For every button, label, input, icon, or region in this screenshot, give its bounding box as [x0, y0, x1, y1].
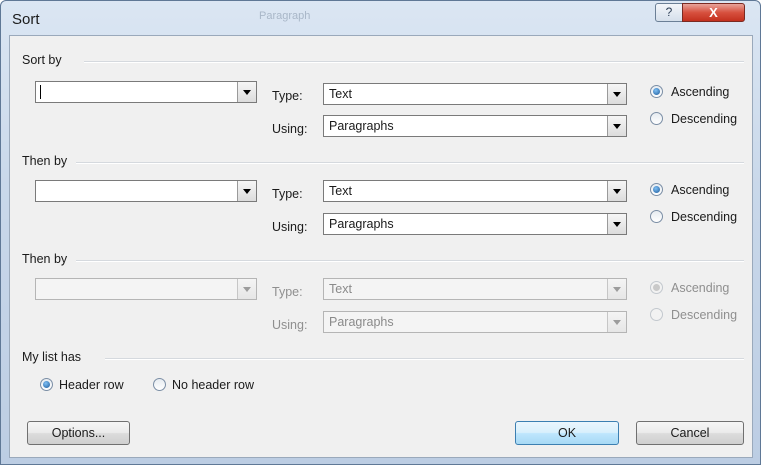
then-by-ascending-radio[interactable] — [650, 183, 663, 196]
ascending-label[interactable]: Ascending — [671, 183, 729, 197]
then-by-2-type-select[interactable]: Text — [323, 278, 627, 300]
divider — [76, 162, 744, 164]
header-row-radio[interactable] — [40, 378, 53, 391]
then-by-2-label: Then by — [22, 252, 68, 266]
help-icon: ? — [665, 5, 673, 19]
no-header-row-label[interactable]: No header row — [172, 378, 254, 392]
then-by-2-descending-radio[interactable] — [650, 308, 663, 321]
help-button[interactable]: ? — [655, 3, 683, 22]
sort-by-type-select[interactable]: Text — [323, 83, 627, 105]
title-bar[interactable]: Sort Paragraph ? X — [1, 1, 760, 35]
ascending-label[interactable]: Ascending — [671, 85, 729, 99]
dialog-title: Sort — [12, 11, 40, 28]
descending-label[interactable]: Descending — [671, 210, 737, 224]
ascending-label[interactable]: Ascending — [671, 281, 729, 295]
using-value: Paragraphs — [329, 315, 394, 329]
divider — [105, 358, 744, 360]
type-label: Type: — [272, 89, 303, 103]
type-value: Text — [329, 184, 352, 198]
sort-dialog: Sort Paragraph ? X Sort by Type: Text Us… — [0, 0, 761, 465]
then-by-2-using-select[interactable]: Paragraphs — [323, 311, 627, 333]
sort-by-field-select[interactable] — [35, 81, 257, 103]
sort-by-using-select[interactable]: Paragraphs — [323, 115, 627, 137]
chevron-down-icon[interactable] — [237, 82, 256, 102]
divider — [76, 260, 744, 262]
no-header-row-radio[interactable] — [153, 378, 166, 391]
chevron-down-icon[interactable] — [607, 84, 626, 104]
my-list-has-label: My list has — [22, 350, 82, 364]
chevron-down-icon[interactable] — [237, 181, 256, 201]
chevron-down-icon[interactable] — [607, 312, 626, 332]
using-label: Using: — [272, 122, 308, 136]
sort-by-label: Sort by — [22, 53, 62, 67]
then-by-field-select[interactable] — [35, 180, 257, 202]
close-button[interactable]: X — [682, 3, 745, 22]
options-button[interactable]: Options... — [27, 421, 130, 445]
using-value: Paragraphs — [329, 119, 394, 133]
then-by-label: Then by — [22, 154, 68, 168]
then-by-2-field-select[interactable] — [35, 278, 257, 300]
chevron-down-icon[interactable] — [607, 116, 626, 136]
type-label: Type: — [272, 285, 303, 299]
then-by-descending-radio[interactable] — [650, 210, 663, 223]
close-icon: X — [709, 5, 718, 20]
background-window-title: Paragraph — [259, 10, 311, 22]
ok-button[interactable]: OK — [515, 421, 619, 445]
sort-by-descending-radio[interactable] — [650, 112, 663, 125]
header-row-label[interactable]: Header row — [59, 378, 124, 392]
divider — [84, 61, 744, 63]
chevron-down-icon[interactable] — [607, 214, 626, 234]
using-label: Using: — [272, 318, 308, 332]
descending-label[interactable]: Descending — [671, 308, 737, 322]
type-value: Text — [329, 87, 352, 101]
dialog-body: Sort by Type: Text Using: Paragraphs Asc… — [9, 35, 753, 458]
sort-by-ascending-radio[interactable] — [650, 85, 663, 98]
descending-label[interactable]: Descending — [671, 112, 737, 126]
then-by-2-ascending-radio[interactable] — [650, 281, 663, 294]
chevron-down-icon[interactable] — [607, 279, 626, 299]
chevron-down-icon[interactable] — [607, 181, 626, 201]
then-by-using-select[interactable]: Paragraphs — [323, 213, 627, 235]
using-value: Paragraphs — [329, 217, 394, 231]
cancel-button[interactable]: Cancel — [636, 421, 744, 445]
type-value: Text — [329, 282, 352, 296]
text-cursor — [40, 85, 41, 99]
chevron-down-icon[interactable] — [237, 279, 256, 299]
type-label: Type: — [272, 187, 303, 201]
then-by-type-select[interactable]: Text — [323, 180, 627, 202]
using-label: Using: — [272, 220, 308, 234]
